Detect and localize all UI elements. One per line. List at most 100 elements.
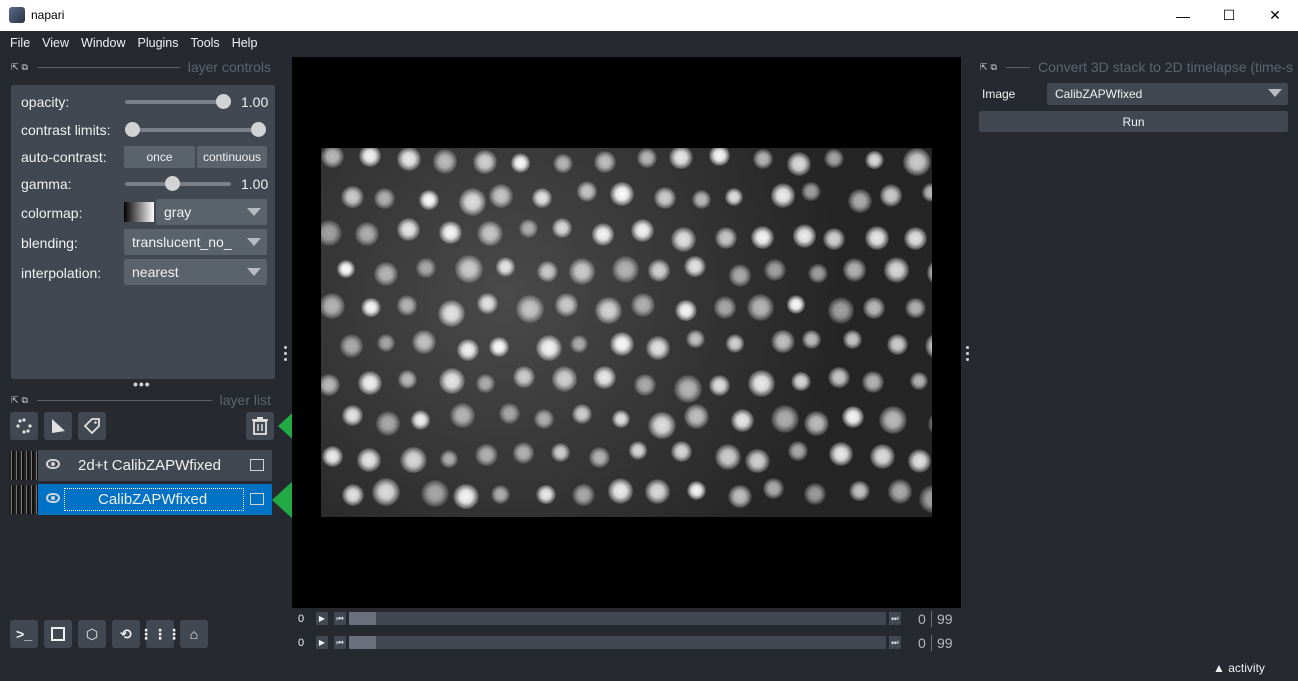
grid-icon: ⋮⋮⋮ [139,625,181,642]
right-dock-splitter[interactable] [966,346,970,361]
contrast-max-handle[interactable] [251,122,266,137]
dim-current-value[interactable]: 0 [918,611,926,627]
nucleus-spot [907,449,932,473]
interpolation-dropdown[interactable]: nearest [124,259,267,285]
interpolation-value: nearest [132,264,179,280]
menu-help[interactable]: Help [226,36,264,50]
nucleus-spot [803,410,829,436]
nucleus-spot [375,411,401,436]
play-icon[interactable]: ▶ [316,636,328,649]
dock-float-icon[interactable]: ⇱⧉ [980,62,1000,73]
auto-contrast-continuous-button[interactable]: continuous [197,146,267,168]
layer-controls-header: ⇱⧉ layer controls [11,57,271,77]
colormap-dropdown[interactable]: gray [156,199,267,225]
minimize-button[interactable]: — [1160,0,1206,31]
step-forward-icon[interactable]: ⏭ [889,612,901,625]
left-dock-splitter[interactable] [284,346,288,361]
nucleus-spot [745,449,770,474]
nucleus-spot [628,440,648,460]
dim-slider-handle[interactable] [349,612,376,625]
auto-contrast-once-button[interactable]: once [124,146,195,168]
dim-axis-label: 0 [298,613,305,625]
nucleus-spot [458,188,486,216]
nucleus-spot [342,405,363,426]
nucleus-spot [861,371,884,393]
nucleus-spot [752,148,774,170]
dim-slider-handle[interactable] [349,636,376,649]
grid-view-button[interactable]: ⋮⋮⋮ [139,620,181,648]
nucleus-spot [801,181,822,202]
nucleus-spot [824,148,844,168]
new-points-layer-button[interactable] [10,412,38,440]
dim-slider-track[interactable] [349,612,886,625]
nucleus-spot [691,189,712,210]
maximize-button[interactable]: ☐ [1206,0,1252,31]
layer-row-selected[interactable]: CalibZAPWfixed [38,484,272,515]
nucleus-spot [879,183,903,207]
layer-row[interactable]: 2d+t CalibZAPWfixed [38,450,272,481]
gamma-slider-handle[interactable] [165,176,180,191]
menu-file[interactable]: File [4,36,36,50]
opacity-slider-handle[interactable] [216,94,231,109]
nucleus-spot [533,409,554,430]
nucleus-spot [904,226,928,250]
viewer-canvas[interactable] [292,57,961,608]
nucleus-spot [537,260,559,283]
home-icon: ⌂ [189,626,199,642]
new-shapes-layer-button[interactable] [44,412,72,440]
visibility-eye-icon[interactable] [46,459,60,469]
nucleus-spot [373,261,399,287]
menu-tools[interactable]: Tools [185,36,226,50]
nucleus-spot [713,296,737,319]
image-select-dropdown[interactable]: CalibZAPWfixed [1047,83,1288,105]
dim-slider-track[interactable] [349,636,886,649]
dim-max-value: 99 [937,611,953,627]
nucleus-spot [770,183,796,208]
nucleus-spot [531,187,553,208]
step-back-icon[interactable]: ⏮ [334,612,346,625]
chevron-down-icon [247,238,261,246]
nucleus-spot [339,333,364,358]
console-button[interactable]: >_ [10,620,38,648]
tag-icon [83,418,100,435]
nucleus-spot [653,186,677,210]
roll-dims-button[interactable]: ⬡ [78,620,106,648]
transpose-button[interactable]: ⟲ [112,620,140,648]
nucleus-spot [420,479,449,508]
nucleus-spot [708,148,731,167]
nucleus-spot [869,443,895,469]
contrast-min-handle[interactable] [125,122,140,137]
step-forward-icon[interactable]: ⏭ [889,636,901,649]
ndisplay-button[interactable] [44,620,72,648]
console-icon: >_ [16,626,32,642]
dock-float-icon[interactable]: ⇱⧉ [11,395,31,406]
delete-layer-button[interactable] [246,412,274,440]
nucleus-spot [924,332,932,360]
visibility-eye-icon[interactable] [46,493,60,503]
dock-float-icon[interactable]: ⇱⧉ [11,62,31,73]
nucleus-spot [879,406,907,434]
nucleus-spot [887,333,909,355]
napari-app-icon [9,7,25,23]
play-icon[interactable]: ▶ [316,612,328,625]
home-button[interactable]: ⌂ [180,620,208,648]
nucleus-spot [828,297,855,324]
menu-window[interactable]: Window [75,36,131,50]
close-button[interactable]: ✕ [1252,0,1298,31]
nucleus-spot [887,479,913,504]
square-icon [51,627,65,641]
contrast-limits-slider[interactable] [131,128,261,132]
menu-plugins[interactable]: Plugins [132,36,185,50]
menu-view[interactable]: View [36,36,75,50]
activity-toggle[interactable]: ▲ activity [1213,661,1265,675]
blending-dropdown[interactable]: translucent_no_ [124,229,267,255]
nucleus-spot [475,443,499,467]
nucleus-spot [730,408,754,432]
run-button[interactable]: Run [979,111,1288,132]
step-back-icon[interactable]: ⏮ [334,636,346,649]
plugin-widget-title: Convert 3D stack to 2D timelapse (time-s [1037,59,1294,75]
new-labels-layer-button[interactable] [78,412,106,440]
nucleus-spot [905,297,926,319]
nucleus-spot [684,255,706,277]
dim-current-value[interactable]: 0 [918,635,926,651]
